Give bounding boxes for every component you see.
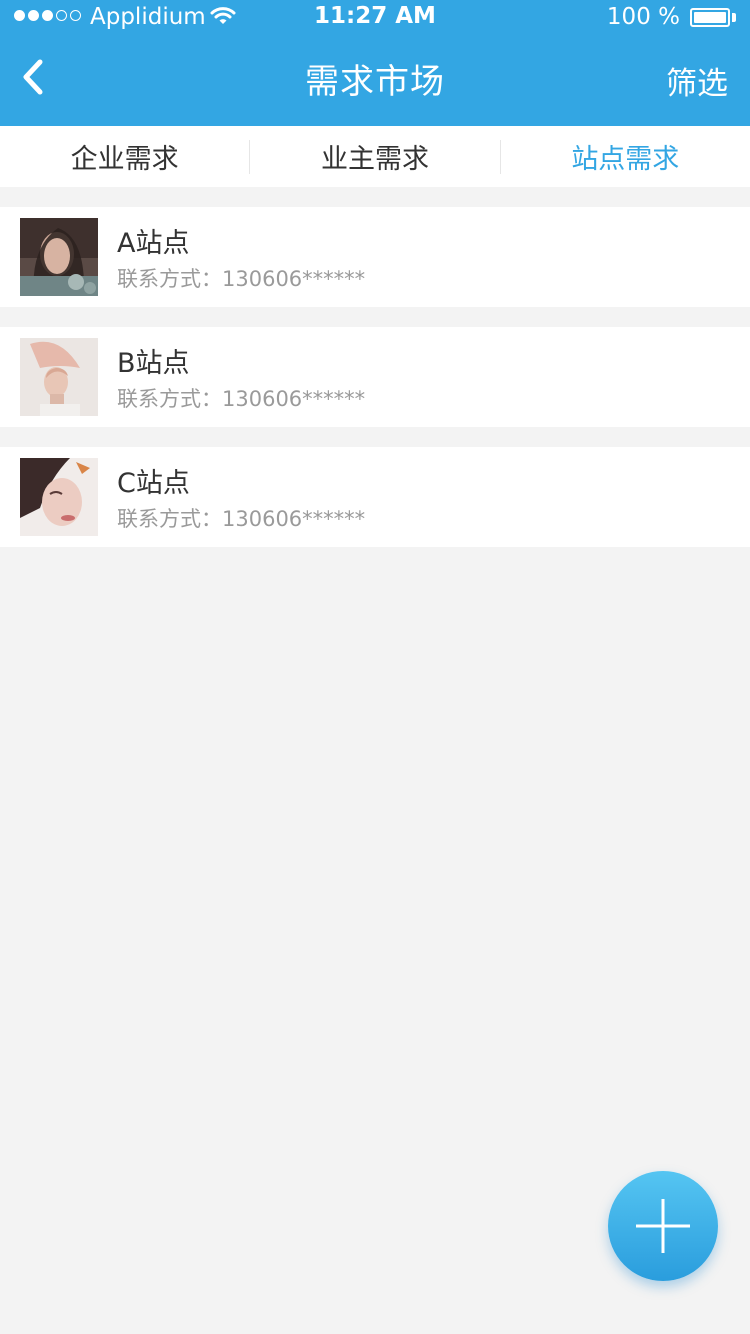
avatar (20, 458, 98, 536)
tab-bar: 企业需求 业主需求 站点需求 (0, 126, 750, 187)
list-item[interactable]: A站点 联系方式：130606****** (0, 207, 750, 307)
site-name: A站点 (117, 228, 190, 259)
tab-owner-demand[interactable]: 业主需求 (250, 126, 499, 187)
site-contact: 联系方式：130606****** (117, 267, 366, 291)
page-title: 需求市场 (305, 62, 445, 102)
site-contact: 联系方式：130606****** (117, 507, 366, 531)
tab-enterprise-demand[interactable]: 企业需求 (0, 126, 249, 187)
add-button[interactable] (608, 1171, 718, 1281)
tab-site-demand[interactable]: 站点需求 (501, 126, 750, 187)
plus-icon (636, 1199, 690, 1253)
status-bar: Applidium 11:27 AM 100 % (0, 0, 750, 36)
site-name: B站点 (117, 348, 190, 379)
battery-icon (690, 8, 736, 27)
site-list: A站点 联系方式：130606****** B站点 联系方式：130606***… (0, 207, 750, 567)
site-name: C站点 (117, 468, 190, 499)
avatar (20, 218, 98, 296)
app-header: Applidium 11:27 AM 100 % 需求市场 筛选 (0, 0, 750, 126)
list-item[interactable]: B站点 联系方式：130606****** (0, 327, 750, 427)
site-contact: 联系方式：130606****** (117, 387, 366, 411)
avatar (20, 338, 98, 416)
list-item[interactable]: C站点 联系方式：130606****** (0, 447, 750, 547)
filter-button[interactable]: 筛选 (666, 58, 728, 103)
battery-percentage: 100 % (606, 4, 680, 30)
